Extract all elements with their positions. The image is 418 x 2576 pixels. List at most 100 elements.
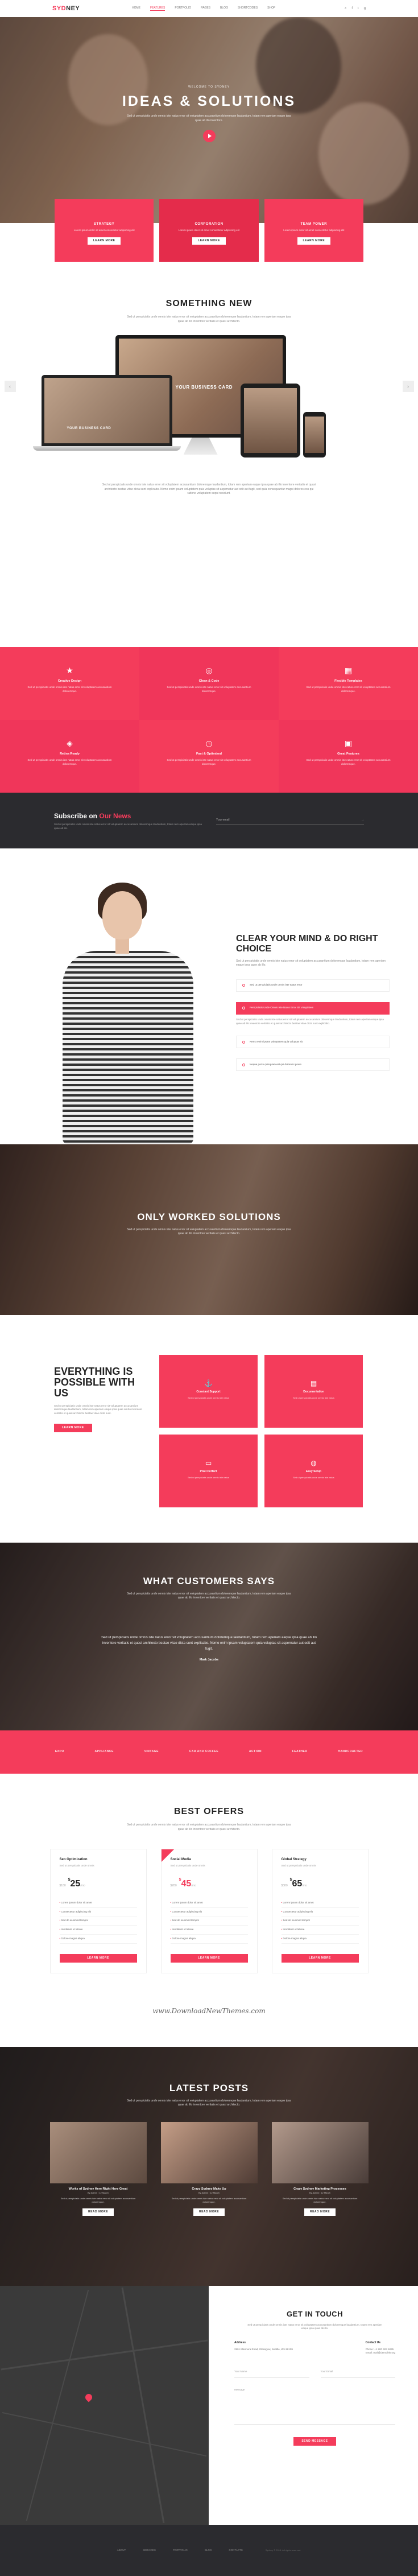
client-logo: FEATHER — [292, 1750, 308, 1754]
contact-form: GET IN TOUCH Sed ut perspiciatis unde om… — [209, 2286, 418, 2525]
plan-name: Global Strategy — [281, 1858, 307, 1861]
price-value: 65 — [292, 1878, 303, 1889]
post-meta: By Admin / 12 March — [88, 2191, 109, 2194]
next-arrow[interactable]: › — [402, 381, 414, 392]
prev-arrow[interactable]: ‹ — [4, 381, 16, 392]
message-field[interactable]: Message — [234, 2385, 395, 2425]
accordion-item[interactable]: Nemo enim ipsam voluptatem quia voluptas… — [236, 1036, 390, 1049]
plan-desc: Sed ut perspiciatis unde omnis — [59, 1864, 94, 1867]
learn-more-button[interactable]: LEARN MORE — [192, 237, 226, 245]
email-field[interactable]: Your Email — [320, 2367, 395, 2378]
section-title: EVERYTHING IS POSSIBLE WITH US — [54, 1366, 135, 1399]
client-logo: CAR AND COFFEE — [189, 1750, 219, 1754]
worked-banner: ONLY WORKED SOLUTIONS Sed ut perspiciati… — [0, 1144, 418, 1315]
map[interactable] — [0, 2286, 209, 2525]
email: Email: mail@demolink.org — [365, 2351, 395, 2355]
nav-item-pages[interactable]: Pages — [201, 6, 210, 11]
card-title: CORPORATION — [194, 222, 224, 226]
footer-link-about[interactable]: ABOUT — [117, 2549, 126, 2553]
read-more-button[interactable]: READ MORE — [193, 2208, 225, 2216]
something-new-section: SOMETHING NEW Sed ut perspiciatis unde o… — [0, 223, 418, 647]
service-card[interactable]: ◍ Easy Setup Sed ut perspiciatis unde omni… — [264, 1435, 363, 1507]
post-image[interactable] — [160, 2121, 258, 2183]
google-plus-icon[interactable]: g — [364, 6, 366, 11]
service-card[interactable]: ▤ Documentation Sed ut perspiciatis unde o… — [264, 1355, 363, 1428]
learn-more-button[interactable]: LEARN MORE — [87, 237, 121, 245]
accordion-item[interactable]: Sed ut perspiciatis unde omnis iste natu… — [236, 979, 390, 992]
learn-more-button[interactable]: LEARN MORE — [54, 1423, 92, 1433]
client-logo: APPLIANCE — [94, 1750, 114, 1754]
logo-part-a: SYD — [52, 5, 67, 12]
arrow-right-icon[interactable]: → — [361, 818, 364, 823]
post-title[interactable]: Crazy Sydney Make Up — [161, 2187, 258, 2191]
footer-link-portfolio[interactable]: PORTFOLIO — [173, 2549, 188, 2553]
accordion-item[interactable]: Neque porro quisquam est qui dolorem ips… — [236, 1058, 390, 1071]
search-icon[interactable]: ⌕ — [345, 6, 346, 11]
map-pin-icon[interactable] — [84, 2392, 94, 2402]
plan-feature: Consectetur adipiscing elit — [281, 1908, 359, 1917]
plan-feature: Sed do eiusmod tempor — [170, 1916, 248, 1926]
nav-item-shortcodes[interactable]: Shortcodes — [238, 6, 258, 11]
form-subtitle: Sed ut perspiciatis unde omnis iste natu… — [247, 2323, 382, 2330]
pricing-plan: Global Strategy Sed ut perspiciatis unde … — [271, 1849, 369, 1973]
service-card[interactable]: ▭ Pixel Perfect Sed ut perspiciatis unde o… — [159, 1435, 258, 1507]
feature-title: Great Features — [337, 752, 359, 756]
old-price: $180 — [59, 1883, 66, 1887]
devices-mockup: ‹ › YOUR BUSINESS CARD YOUR BUSINESS CAR… — [4, 335, 414, 466]
plan-feature: Dolore magna aliqua — [170, 1935, 248, 1944]
name-field[interactable]: Your Name — [234, 2367, 309, 2378]
read-more-button[interactable]: READ MORE — [304, 2208, 336, 2216]
contact-section: GET IN TOUCH Sed ut perspiciatis unde om… — [0, 2286, 418, 2525]
laptop-mockup: YOUR BUSINESS CARD — [41, 375, 172, 446]
post-image[interactable] — [49, 2121, 147, 2183]
price-period: /mo — [191, 1883, 196, 1887]
card-text: Lorem ipsum dolor sit amet consectetur a… — [73, 229, 135, 232]
accordion-item[interactable]: Perspiciatis Unde Omnis Iste Natus Error… — [236, 1001, 390, 1015]
nav-item-portfolio[interactable]: Portfolio — [175, 6, 191, 11]
post-title[interactable]: Crazy Sydney Marketing Processes — [272, 2187, 369, 2191]
learn-more-button[interactable]: LEARN MORE — [59, 1953, 137, 1963]
learn-more-button[interactable]: LEARN MORE — [281, 1953, 359, 1963]
post-title[interactable]: Works of Sydney Here Right Here Great — [50, 2187, 147, 2191]
read-more-button[interactable]: READ MORE — [82, 2208, 114, 2216]
twitter-icon[interactable]: t — [358, 6, 359, 11]
section-subtitle: Sed ut perspiciatis unde omnis iste natu… — [127, 2099, 291, 2107]
hero-pretitle: WELCOME TO SYDNEY — [188, 85, 230, 89]
copyright: Sydney © 2015. All rights reserved. — [265, 2549, 301, 2552]
section-title: CLEAR YOUR MIND & DO RIGHT CHOICE — [236, 934, 378, 954]
section-title: WHAT CUSTOMERS SAYS — [143, 1576, 275, 1586]
pricing-plans: Seo Optimization Sed ut perspiciatis unde… — [0, 1849, 418, 1973]
play-button[interactable] — [202, 130, 216, 142]
accordion-label: Neque porro quisquam est qui dolorem ips… — [250, 1062, 302, 1066]
post-image[interactable] — [271, 2121, 369, 2183]
address: 2901 Marmora Road, Glassgow, Seattle, WA… — [234, 2347, 293, 2351]
nav-item-features[interactable]: Features — [150, 6, 165, 11]
footer-link-contacts[interactable]: CONTACTS — [229, 2549, 242, 2553]
learn-more-button[interactable]: LEARN MORE — [297, 237, 331, 245]
testimonials: WHAT CUSTOMERS SAYS Sed ut perspiciatis … — [0, 1543, 418, 1730]
nav-item-shop[interactable]: Shop — [267, 6, 275, 11]
nav-item-blog[interactable]: Blog — [220, 6, 228, 11]
feature-icon: ◈ — [67, 739, 73, 748]
logo[interactable]: SYDNEY — [52, 4, 132, 14]
footer-link-blog[interactable]: BLOG — [205, 2549, 212, 2553]
old-price: $380 — [281, 1883, 288, 1887]
email-input[interactable]: Your email → — [216, 816, 364, 825]
plan-feature: Dolore magna aliqua — [281, 1935, 359, 1944]
learn-more-button[interactable]: LEARN MORE — [170, 1953, 248, 1963]
price-period: /mo — [80, 1883, 85, 1887]
section-title: BEST OFFERS — [173, 1807, 244, 1816]
testimonial-author: Mark Jacobs — [199, 1658, 219, 1662]
section-subtitle: Sed ut perspiciatis unde omnis iste natu… — [127, 315, 291, 323]
send-message-button[interactable]: SEND MESSAGE — [293, 2437, 336, 2446]
footer-link-services[interactable]: SERVICES — [143, 2549, 156, 2553]
plan-features: Lorem ipsum dolor sit ametConsectetur ad… — [170, 1899, 248, 1944]
pricing-plan: Social Media Sed ut perspiciatis unde omn… — [160, 1849, 258, 1973]
feature-icon: ◷ — [205, 739, 213, 748]
nav-item-home[interactable]: Home — [132, 6, 140, 11]
footer-nav: ABOUT SERVICES PORTFOLIO BLOG CONTACTS — [117, 2549, 243, 2553]
facebook-icon[interactable]: f — [351, 6, 353, 11]
plan-feature: Lorem ipsum dolor sit amet — [59, 1899, 137, 1908]
price-value: 45 — [181, 1878, 192, 1889]
service-card[interactable]: ⚓ Constant Support Sed ut perspiciatis und… — [159, 1355, 258, 1428]
